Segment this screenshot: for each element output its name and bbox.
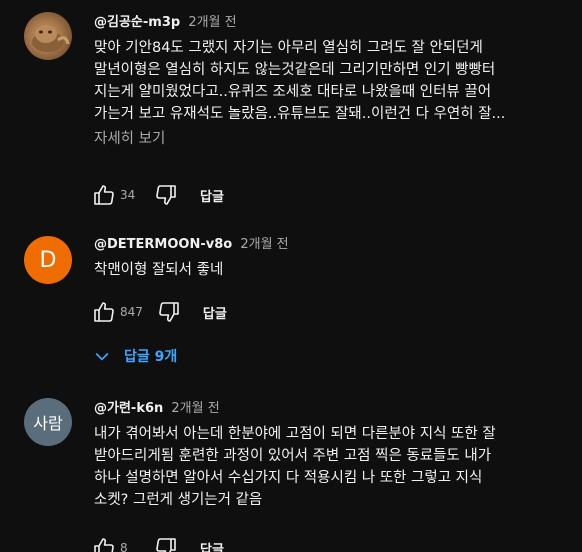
avatar[interactable]: [24, 12, 72, 60]
comment-header: @DETERMOON-v8o 2개월 전: [94, 236, 576, 254]
comment-line: 받아드리게됨 훈련한 과정이 있어서 주변 고점 찍은 동료들도 내가: [94, 448, 492, 464]
comment-line: 소켓? 그런게 생기는거 같음: [94, 492, 263, 508]
thumbs-up-icon: [94, 302, 114, 322]
comment-line: 착맨이형 잘되서 좋네: [94, 262, 224, 278]
replies-count-label: 답글 9개: [124, 349, 178, 365]
like-button[interactable]: [88, 179, 120, 211]
comment-line: 지는게 얄미웠었다고..유퀴즈 조세호 대타로 나왔을때 인터뷰 끌어: [94, 84, 492, 100]
like-button[interactable]: [88, 296, 120, 328]
thumbs-up-icon: [94, 185, 114, 205]
comment-line: 말년이형은 열심히 하지도 않는것같은데 그리기만하면 인기 빵빵터: [94, 62, 496, 78]
dislike-button[interactable]: [153, 296, 185, 328]
thumbs-down-icon: [156, 538, 176, 552]
like-count: 847: [120, 305, 143, 319]
comment-header: @김공순-m3p 2개월 전: [94, 14, 576, 32]
avatar-letter: D: [39, 247, 57, 273]
author-name[interactable]: @가련-k6n: [94, 401, 163, 416]
author-name[interactable]: @김공순-m3p: [94, 15, 180, 30]
author-name[interactable]: @DETERMOON-v8o: [94, 237, 232, 252]
comment-line: 하나 설명하면 알아서 수십가지 다 적용시킴 나 또한 그렇고 지식: [94, 470, 483, 486]
comment-line: 가는거 보고 유재석도 놀랐음..유튜브도 잘돼..이런건 다 우연히 잘...: [94, 106, 506, 122]
timestamp[interactable]: 2개월 전: [171, 401, 219, 416]
comment-header: @가련-k6n 2개월 전: [94, 400, 576, 418]
chevron-down-icon: [95, 352, 109, 361]
thumbs-down-icon: [156, 185, 176, 205]
dislike-button[interactable]: [150, 532, 182, 552]
reply-button[interactable]: 답글: [203, 303, 227, 322]
read-more-button[interactable]: 자세히 보기: [94, 129, 576, 149]
view-replies-button[interactable]: 답글 9개: [92, 340, 177, 372]
comment-line: 맞아 기안84도 그랬지 자기는 아무리 열심히 그려도 잘 안되던게: [94, 40, 483, 56]
comment-text: 내가 겪어봐서 아는데 한분야에 고점이 되면 다른분야 지식 또한 잘 받아드…: [94, 423, 576, 511]
avatar-text: 사람: [33, 414, 63, 433]
thumbs-down-icon: [159, 302, 179, 322]
thumbs-up-icon: [94, 538, 114, 552]
dislike-button[interactable]: [150, 179, 182, 211]
like-button[interactable]: [88, 532, 120, 552]
timestamp[interactable]: 2개월 전: [188, 15, 236, 30]
timestamp[interactable]: 2개월 전: [240, 237, 288, 252]
comment-text: 착맨이형 잘되서 좋네: [94, 259, 576, 281]
avatar-photo-icon: [32, 25, 70, 52]
avatar[interactable]: D: [24, 236, 72, 284]
reply-button[interactable]: 답글: [200, 539, 224, 552]
like-count: 8: [120, 541, 128, 552]
like-count: 34: [120, 188, 136, 202]
avatar[interactable]: 사람: [24, 398, 72, 446]
comment-line: 내가 겪어봐서 아는데 한분야에 고점이 되면 다른분야 지식 또한 잘: [94, 426, 496, 442]
reply-button[interactable]: 답글: [200, 186, 224, 205]
comment-text: 맞아 기안84도 그랬지 자기는 아무리 열심히 그려도 잘 안되던게 말년이형…: [94, 37, 576, 125]
